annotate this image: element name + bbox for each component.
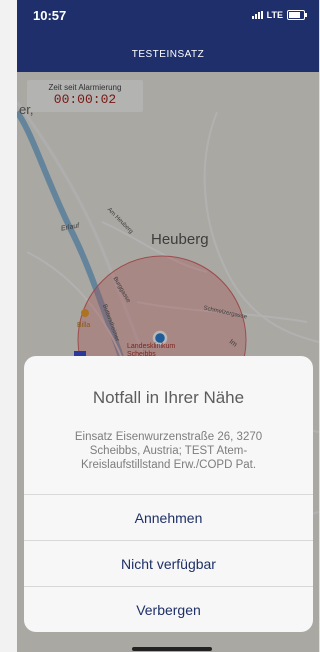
- hide-button[interactable]: Verbergen: [24, 586, 313, 632]
- accept-button[interactable]: Annehmen: [24, 494, 313, 541]
- nav-bar: TESTEINSATZ: [17, 40, 319, 72]
- alert-message: Einsatz Eisenwurzenstraße 26, 3270 Schei…: [74, 431, 263, 471]
- status-bar: 10:57 LTE: [17, 0, 319, 40]
- battery-icon: [287, 10, 307, 20]
- status-time: 10:57: [33, 8, 67, 23]
- page-title: TESTEINSATZ: [131, 49, 205, 60]
- alert-title: Notfall in Ihrer Nähe: [92, 388, 245, 407]
- status-indicators: LTE: [251, 10, 307, 20]
- emergency-alert-dialog: Notfall in Ihrer Nähe Einsatz Eisenwurze…: [24, 356, 313, 632]
- not-available-button[interactable]: Nicht verfügbar: [24, 540, 313, 587]
- signal-icon: [251, 11, 263, 19]
- carrier-label: LTE: [266, 10, 283, 20]
- home-indicator[interactable]: [132, 647, 212, 651]
- left-frame: [0, 0, 17, 652]
